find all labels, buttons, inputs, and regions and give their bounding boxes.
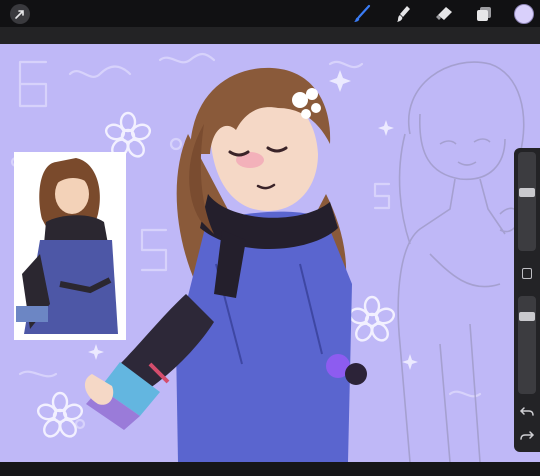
undo-icon <box>519 407 534 416</box>
brush-tool-button[interactable] <box>351 3 373 25</box>
brush-sidebar <box>514 148 540 452</box>
brush-opacity-thumb[interactable] <box>519 312 535 321</box>
top-toolbar <box>0 0 540 27</box>
canvas-top-margin <box>0 27 540 44</box>
layers-button[interactable] <box>473 3 495 25</box>
artwork <box>10 52 525 462</box>
layers-icon <box>477 7 491 21</box>
brush-icon <box>354 4 371 22</box>
eraser-tool-button[interactable] <box>433 3 455 25</box>
bottom-bar <box>0 462 540 476</box>
brush-size-thumb[interactable] <box>519 188 535 197</box>
smudge-tool-button[interactable] <box>393 3 415 25</box>
redo-button[interactable] <box>519 428 535 447</box>
redo-icon <box>520 431 535 440</box>
square-icon[interactable] <box>522 268 532 279</box>
undo-button[interactable] <box>519 404 535 423</box>
drawing-canvas[interactable] <box>0 44 540 462</box>
gallery-button[interactable] <box>9 3 31 25</box>
current-color-swatch[interactable] <box>514 4 534 24</box>
cursor-arrow-icon <box>10 4 30 24</box>
eraser-icon <box>436 7 452 20</box>
procreate-app <box>0 0 540 476</box>
brush-opacity-slider[interactable] <box>518 296 536 394</box>
reference-image <box>14 152 126 340</box>
brush-size-slider[interactable] <box>518 152 536 251</box>
smudge-icon <box>397 6 410 22</box>
